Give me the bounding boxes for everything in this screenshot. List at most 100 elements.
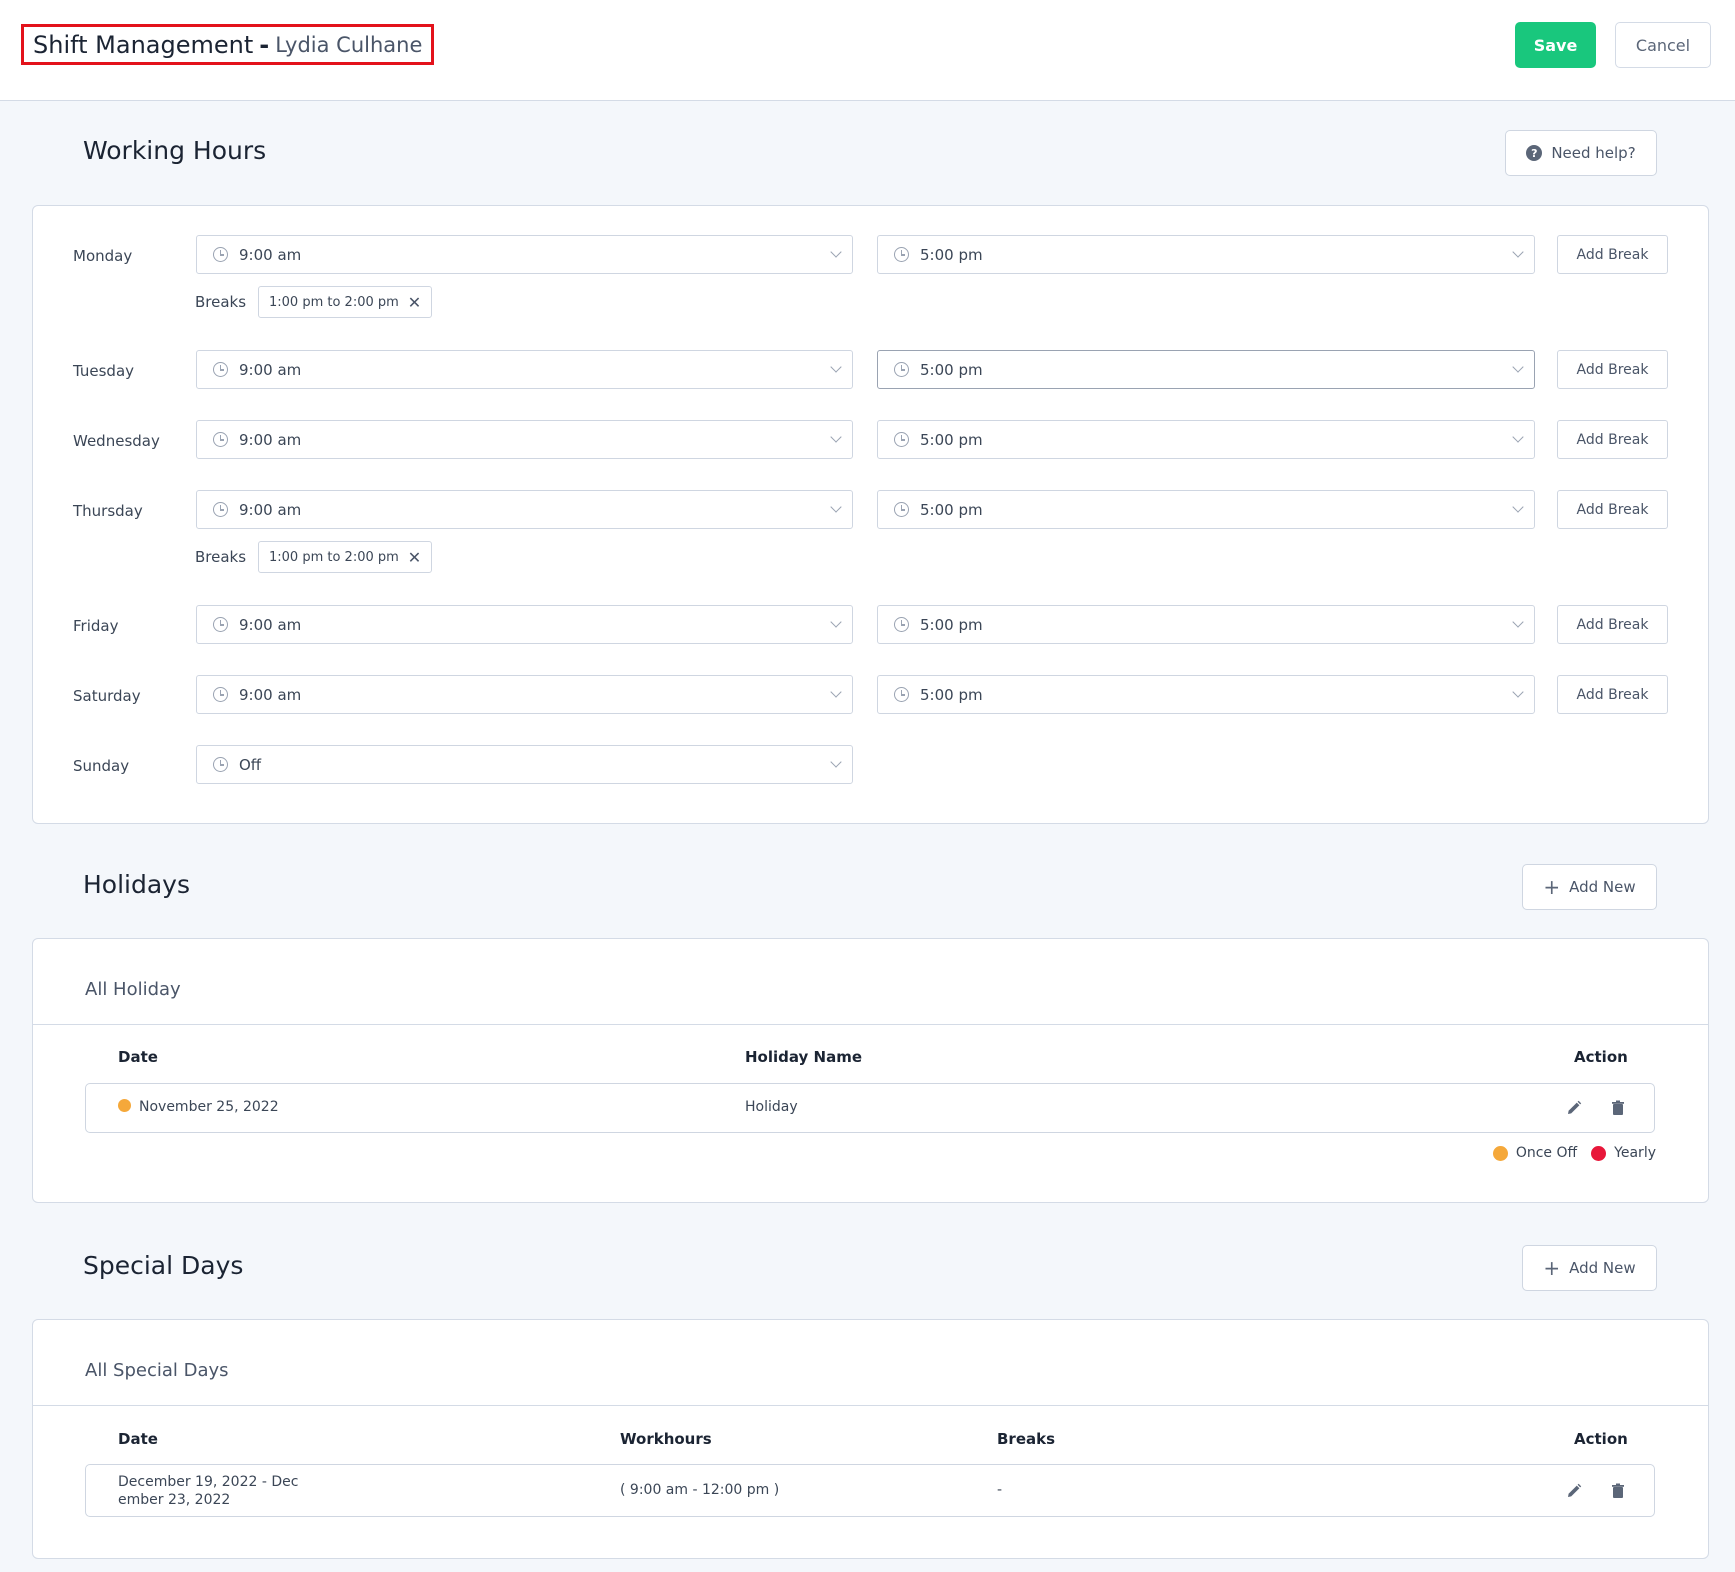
clock-icon bbox=[213, 687, 228, 702]
clock-icon bbox=[213, 362, 228, 377]
saturday-start-select[interactable]: 9:00 am bbox=[196, 675, 853, 714]
clock-icon bbox=[213, 432, 228, 447]
col-header-workhours: Workhours bbox=[620, 1430, 712, 1448]
monday-end-select[interactable]: 5:00 pm bbox=[877, 235, 1535, 274]
clock-icon bbox=[894, 362, 909, 377]
holidays-title: Holidays bbox=[83, 870, 190, 899]
chevron-down-icon bbox=[830, 686, 842, 698]
chevron-down-icon bbox=[830, 246, 842, 258]
edit-icon[interactable] bbox=[1566, 1100, 1582, 1116]
top-bar: Shift Management - Lydia Culhane Save Ca… bbox=[0, 0, 1735, 101]
divider bbox=[33, 1405, 1708, 1406]
edit-icon[interactable] bbox=[1566, 1483, 1582, 1499]
col-header-action: Action bbox=[1574, 1048, 1628, 1066]
tuesday-start-value: 9:00 am bbox=[239, 360, 302, 379]
title-separator: - bbox=[259, 30, 270, 59]
clock-icon bbox=[213, 247, 228, 262]
monday-break-chip[interactable]: 1:00 pm to 2:00 pm ✕ bbox=[258, 286, 433, 318]
special-days-card: All Special Days Date Workhours Breaks A… bbox=[32, 1319, 1709, 1559]
special-days-title: Special Days bbox=[83, 1251, 244, 1280]
plus-icon: + bbox=[1543, 875, 1561, 899]
thursday-end-select[interactable]: 5:00 pm bbox=[877, 490, 1535, 529]
add-special-day-button[interactable]: + Add New bbox=[1522, 1245, 1657, 1291]
chevron-down-icon bbox=[830, 616, 842, 628]
working-hours-card: Monday 9:00 am 5:00 pm Add Break Breaks … bbox=[32, 205, 1709, 824]
add-holiday-label: Add New bbox=[1569, 878, 1636, 896]
friday-end-select[interactable]: 5:00 pm bbox=[877, 605, 1535, 644]
chevron-down-icon bbox=[830, 431, 842, 443]
saturday-end-value: 5:00 pm bbox=[920, 685, 983, 704]
table-row[interactable]: November 25, 2022 Holiday bbox=[85, 1083, 1655, 1133]
yearly-dot-icon bbox=[1591, 1145, 1607, 1161]
clock-icon bbox=[213, 757, 228, 772]
need-help-button[interactable]: ? Need help? bbox=[1505, 130, 1657, 176]
clock-icon bbox=[894, 687, 909, 702]
tuesday-add-break-button[interactable]: Add Break bbox=[1557, 350, 1668, 389]
thursday-breaks-label: Breaks bbox=[195, 548, 247, 566]
trash-icon[interactable] bbox=[1610, 1483, 1626, 1499]
holidays-card: All Holiday Date Holiday Name Action Nov… bbox=[32, 938, 1709, 1203]
holiday-legend: Once Off Yearly bbox=[1492, 1145, 1656, 1161]
clock-icon bbox=[894, 617, 909, 632]
wednesday-add-break-button[interactable]: Add Break bbox=[1557, 420, 1668, 459]
saturday-add-break-button[interactable]: Add Break bbox=[1557, 675, 1668, 714]
monday-start-value: 9:00 am bbox=[239, 245, 302, 264]
friday-add-break-button[interactable]: Add Break bbox=[1557, 605, 1668, 644]
close-icon[interactable]: ✕ bbox=[408, 293, 421, 312]
holiday-date: November 25, 2022 bbox=[139, 1099, 279, 1115]
save-button[interactable]: Save bbox=[1515, 22, 1596, 68]
special-day-breaks: - bbox=[997, 1482, 1003, 1498]
col-header-date: Date bbox=[118, 1048, 158, 1066]
special-day-workhours: ( 9:00 am - 12:00 pm ) bbox=[620, 1482, 780, 1498]
tuesday-end-select[interactable]: 5:00 pm bbox=[877, 350, 1535, 389]
sunday-start-select[interactable]: Off bbox=[196, 745, 853, 784]
tuesday-end-value: 5:00 pm bbox=[920, 360, 983, 379]
wednesday-start-select[interactable]: 9:00 am bbox=[196, 420, 853, 459]
monday-end-value: 5:00 pm bbox=[920, 245, 983, 264]
day-label-monday: Monday bbox=[73, 247, 133, 265]
wednesday-end-select[interactable]: 5:00 pm bbox=[877, 420, 1535, 459]
holiday-name: Holiday bbox=[745, 1099, 798, 1115]
chevron-down-icon bbox=[1512, 246, 1524, 258]
day-label-friday: Friday bbox=[73, 617, 119, 635]
add-holiday-button[interactable]: + Add New bbox=[1522, 864, 1657, 910]
special-day-date-line2: ember 23, 2022 bbox=[118, 1492, 231, 1508]
day-label-tuesday: Tuesday bbox=[73, 362, 135, 380]
break-chip-label: 1:00 pm to 2:00 pm bbox=[269, 549, 399, 565]
friday-start-select[interactable]: 9:00 am bbox=[196, 605, 853, 644]
thursday-break-chip[interactable]: 1:00 pm to 2:00 pm ✕ bbox=[258, 541, 433, 573]
thursday-start-select[interactable]: 9:00 am bbox=[196, 490, 853, 529]
saturday-end-select[interactable]: 5:00 pm bbox=[877, 675, 1535, 714]
clock-icon bbox=[894, 432, 909, 447]
chevron-down-icon bbox=[1512, 686, 1524, 698]
legend-once-off-label: Once Off bbox=[1515, 1145, 1578, 1161]
saturday-start-value: 9:00 am bbox=[239, 685, 302, 704]
thursday-start-value: 9:00 am bbox=[239, 500, 302, 519]
clock-icon bbox=[894, 247, 909, 262]
trash-icon[interactable] bbox=[1610, 1100, 1626, 1116]
monday-add-break-button[interactable]: Add Break bbox=[1557, 235, 1668, 274]
clock-icon bbox=[213, 502, 228, 517]
cancel-button[interactable]: Cancel bbox=[1615, 22, 1711, 68]
col-header-holiday-name: Holiday Name bbox=[745, 1048, 863, 1066]
chevron-down-icon bbox=[830, 756, 842, 768]
close-icon[interactable]: ✕ bbox=[408, 548, 421, 567]
need-help-label: Need help? bbox=[1551, 144, 1636, 162]
table-row[interactable]: December 19, 2022 - Dec ember 23, 2022 (… bbox=[85, 1464, 1655, 1517]
monday-start-select[interactable]: 9:00 am bbox=[196, 235, 853, 274]
legend-yearly-label: Yearly bbox=[1614, 1145, 1656, 1161]
clock-icon bbox=[213, 617, 228, 632]
plus-icon: + bbox=[1543, 1256, 1561, 1280]
sunday-start-value: Off bbox=[239, 755, 262, 774]
once-off-dot-icon bbox=[1492, 1145, 1508, 1161]
divider bbox=[33, 1024, 1708, 1025]
day-label-thursday: Thursday bbox=[73, 502, 143, 520]
working-hours-title: Working Hours bbox=[83, 136, 267, 165]
break-chip-label: 1:00 pm to 2:00 pm bbox=[269, 294, 399, 310]
special-day-date-line1: December 19, 2022 - Dec bbox=[118, 1474, 299, 1490]
thursday-add-break-button[interactable]: Add Break bbox=[1557, 490, 1668, 529]
once-off-dot-icon bbox=[118, 1099, 131, 1112]
tuesday-start-select[interactable]: 9:00 am bbox=[196, 350, 853, 389]
chevron-down-icon bbox=[1512, 431, 1524, 443]
holiday-date-cell: November 25, 2022 bbox=[118, 1099, 279, 1115]
